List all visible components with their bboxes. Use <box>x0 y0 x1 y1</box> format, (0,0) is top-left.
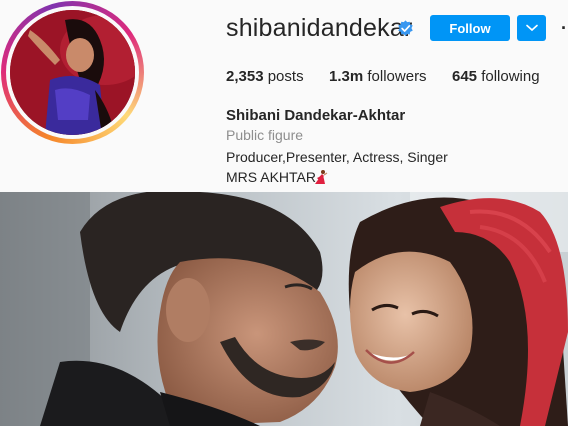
bio-line: MRS AKHTAR <box>226 169 316 185</box>
suggested-accounts-dropdown-button[interactable] <box>517 15 546 41</box>
profile-header: shibanidandekar Follow · 2,353 posts 1.3… <box>0 0 568 192</box>
verified-badge-icon <box>398 20 413 37</box>
bio-line: Producer,Presenter, Actress, Singer <box>226 149 448 165</box>
following-link[interactable]: 645 following <box>452 68 540 85</box>
avatar[interactable] <box>10 10 135 135</box>
chevron-down-icon <box>525 24 538 32</box>
followers-value: 1.3m <box>329 68 364 85</box>
follow-button[interactable]: Follow <box>430 15 510 41</box>
category-label: Public figure <box>226 127 304 143</box>
posts-count: 2,353 posts <box>226 68 304 85</box>
more-options-button[interactable]: · <box>561 18 567 39</box>
avatar-image <box>10 10 135 135</box>
followers-label: followers <box>367 68 427 85</box>
avatar-story-ring[interactable] <box>1 1 144 144</box>
posts-label: posts <box>267 68 304 85</box>
post-photo[interactable] <box>0 192 568 426</box>
full-name: Shibani Dandekar-Akhtar <box>226 107 406 124</box>
couple-photo-image <box>0 192 568 426</box>
following-label: following <box>481 68 540 85</box>
followers-link[interactable]: 1.3m followers <box>329 68 427 85</box>
following-value: 645 <box>452 68 478 85</box>
posts-value: 2,353 <box>226 68 264 85</box>
dancer-emoji-icon <box>315 170 328 184</box>
username: shibanidandekar <box>226 14 413 42</box>
